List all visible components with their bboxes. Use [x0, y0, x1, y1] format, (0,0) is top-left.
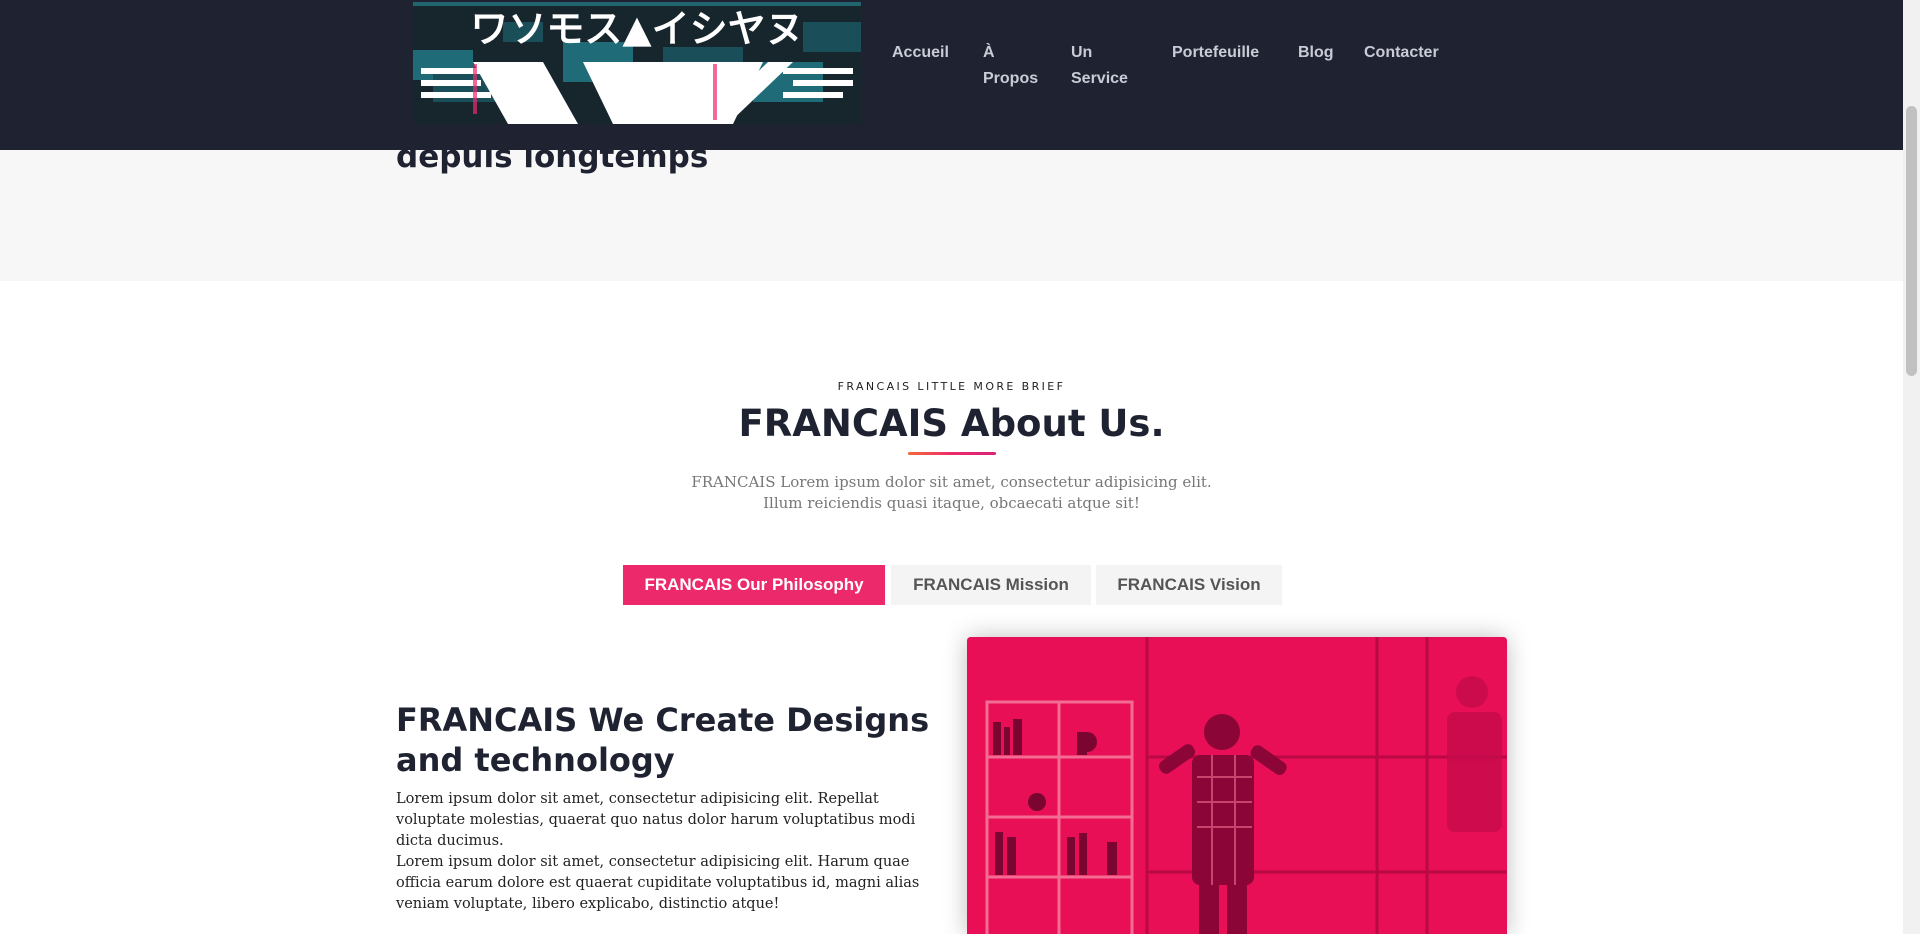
content-paragraph-1: Lorem ipsum dolor sit amet, consectetur …: [396, 791, 916, 849]
nav-portefeuille[interactable]: Portefeuille: [1172, 40, 1259, 66]
content-title: FRANCAIS We Create Designs and technolog…: [396, 701, 930, 779]
svg-text:ワソモス▲イシヤヌ: ワソモス▲イシヤヌ: [470, 7, 803, 51]
content-paragraph-2: Lorem ipsum dolor sit amet, consectetur …: [396, 854, 920, 912]
section-kicker: FRANCAIS LITTLE MORE BRIEF: [837, 380, 1066, 393]
scrollbar-thumb[interactable]: [1906, 106, 1917, 376]
tab-our-philosophy[interactable]: FRANCAIS Our Philosophy: [623, 565, 885, 605]
logo-graphic: ワソモス▲イシヤヌ: [413, 2, 861, 124]
nav-a-propos[interactable]: À Propos: [983, 40, 1053, 92]
nav-accueil[interactable]: Accueil: [892, 40, 949, 66]
tab-mission[interactable]: FRANCAIS Mission: [891, 565, 1091, 605]
photo-illustration: [967, 637, 1507, 934]
section-description: FRANCAIS Lorem ipsum dolor sit amet, con…: [691, 473, 1212, 512]
section-title: FRANCAIS About Us.: [738, 402, 1165, 445]
nav-un-service[interactable]: Un Service: [1071, 40, 1141, 92]
nav-contacter[interactable]: Contacter: [1364, 40, 1439, 66]
title-underline: [908, 452, 996, 455]
nav-blog[interactable]: Blog: [1298, 40, 1334, 66]
office-man-photo: [967, 637, 1507, 934]
page-scrollbar[interactable]: [1903, 0, 1920, 934]
tab-vision[interactable]: FRANCAIS Vision: [1096, 565, 1282, 605]
site-header: ワソモス▲イシヤヌ Accueil À Propos Un Service Po…: [0, 0, 1903, 150]
site-logo[interactable]: ワソモス▲イシヤヌ: [413, 2, 861, 124]
